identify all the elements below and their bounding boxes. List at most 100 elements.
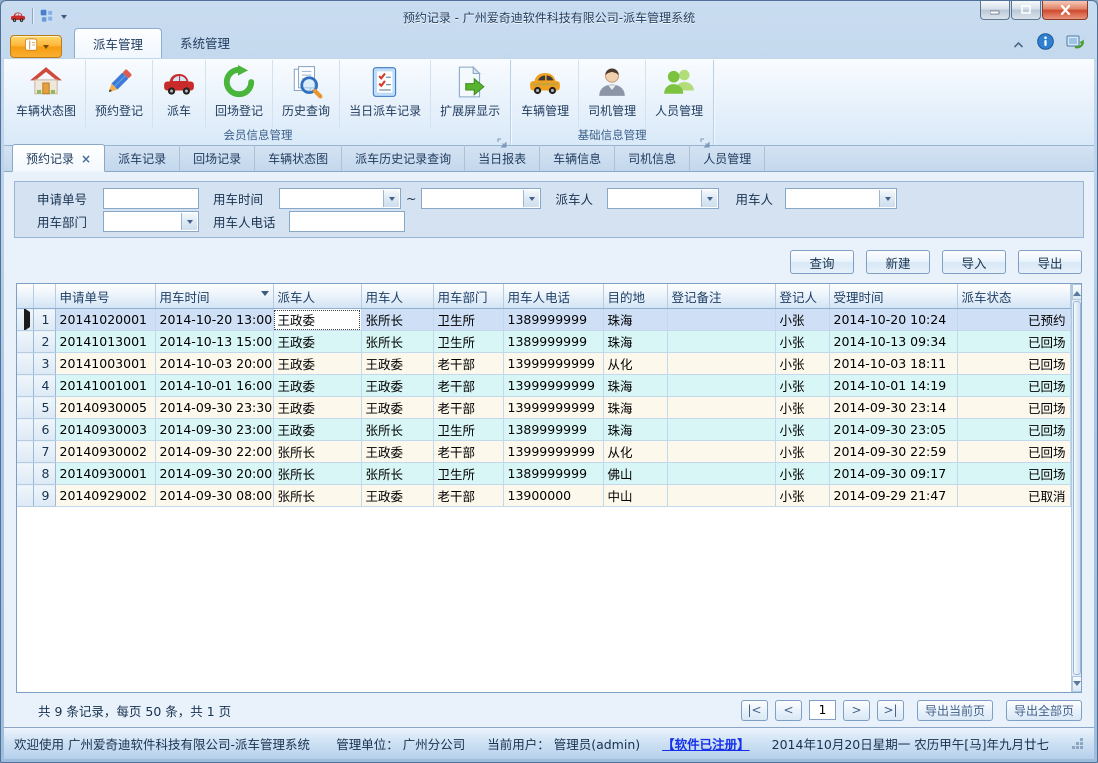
status-cell[interactable]: 已回场 [957,331,1070,353]
table-row[interactable]: 7201409300022014-09-30 22:00张所长王政委老干部139… [17,441,1070,463]
cell[interactable]: 小张 [775,331,829,353]
export-current-page-button[interactable]: 导出当前页 [917,700,993,721]
close-tab-icon[interactable]: × [81,154,91,164]
cell[interactable]: 2014-10-03 20:00 [155,353,273,375]
ribbon-button-vehicle-status-map[interactable]: 车辆状态图 [7,60,85,128]
cell[interactable]: 2014-10-03 18:11 [829,353,957,375]
cell[interactable]: 王政委 [361,397,433,419]
user-phone-input[interactable] [289,211,405,232]
doc-tab-reservation-records[interactable]: 预约记录× [12,144,105,172]
quick-access-dropdown-icon[interactable] [61,15,67,22]
cell[interactable]: 13999999999 [503,397,603,419]
row-selector-cell[interactable] [17,463,33,485]
cell[interactable]: 小张 [775,485,829,507]
use-time-to-combo[interactable] [421,188,541,209]
cell[interactable]: 20141003001 [55,353,155,375]
table-row[interactable]: 3201410030012014-10-03 20:00王政委王政委老干部139… [17,353,1070,375]
doc-tab-dispatch-history-query[interactable]: 派车历史记录查询 [342,145,465,171]
column-header[interactable]: 派车人 [273,284,361,309]
department-combo[interactable] [103,211,199,232]
cell[interactable]: 1389999999 [503,331,603,353]
status-cell[interactable]: 已回场 [957,375,1070,397]
cell[interactable]: 2014-10-13 15:00 [155,331,273,353]
doc-tab-return-records[interactable]: 回场记录 [180,145,255,171]
cell[interactable]: 2014-10-01 14:19 [829,375,957,397]
cell[interactable]: 王政委 [273,353,361,375]
ribbon-tab-system-management[interactable]: 系统管理 [162,28,248,58]
row-selector-cell[interactable] [17,397,33,419]
cell[interactable]: 老干部 [433,485,503,507]
cell[interactable]: 王政委 [361,485,433,507]
cell[interactable]: 王政委 [273,309,361,331]
cell[interactable] [667,397,775,419]
next-page-button[interactable]: > [843,700,870,721]
cell[interactable]: 13999999999 [503,375,603,397]
prev-page-button[interactable]: < [775,700,802,721]
ribbon-button-vehicle-management[interactable]: 车辆管理 [512,60,578,128]
ribbon-button-history-query[interactable]: 历史查询 [272,60,339,128]
dispatcher-combo[interactable] [607,188,719,209]
chevron-down-icon[interactable] [383,190,399,207]
chevron-down-icon[interactable] [701,190,717,207]
chevron-down-icon[interactable] [181,213,197,230]
maximize-button[interactable] [1011,1,1041,20]
cell[interactable]: 卫生所 [433,309,503,331]
table-row[interactable]: 1201410200012014-10-20 13:00王政委张所长卫生所138… [17,309,1070,331]
table-row[interactable]: 8201409300012014-09-30 20:00张所长张所长卫生所138… [17,463,1070,485]
cell[interactable]: 王政委 [361,353,433,375]
dialog-launcher-icon[interactable] [497,133,507,143]
cell[interactable]: 张所长 [361,419,433,441]
skin-style-icon[interactable] [1066,33,1084,54]
ribbon-button-return-register[interactable]: 回场登记 [205,60,272,128]
doc-tab-personnel-management[interactable]: 人员管理 [690,145,765,171]
export-all-pages-button[interactable]: 导出全部页 [1006,700,1082,721]
doc-tab-vehicle-info[interactable]: 车辆信息 [540,145,615,171]
cell[interactable]: 20140929002 [55,485,155,507]
cell[interactable]: 2014-09-30 22:59 [829,441,957,463]
cell[interactable]: 张所长 [273,485,361,507]
cell[interactable]: 20140930003 [55,419,155,441]
table-row[interactable]: 6201409300032014-09-30 23:00王政委张所长卫生所138… [17,419,1070,441]
new-button[interactable]: 新建 [866,250,930,274]
column-header[interactable]: 登记备注 [667,284,775,309]
first-page-button[interactable]: |< [741,700,768,721]
cell[interactable]: 卫生所 [433,419,503,441]
cell[interactable]: 卫生所 [433,463,503,485]
cell[interactable]: 张所长 [361,331,433,353]
last-page-button[interactable]: >| [877,700,904,721]
cell[interactable]: 1389999999 [503,463,603,485]
cell[interactable]: 张所长 [273,441,361,463]
row-selector-cell[interactable] [17,419,33,441]
collapse-ribbon-icon[interactable] [1012,34,1025,53]
status-cell[interactable]: 已回场 [957,397,1070,419]
column-header[interactable]: 用车部门 [433,284,503,309]
doc-tab-daily-report[interactable]: 当日报表 [465,145,540,171]
cell[interactable]: 老干部 [433,353,503,375]
ribbon-button-personnel-management[interactable]: 人员管理 [645,60,712,128]
use-time-from-combo[interactable] [279,188,401,209]
cell[interactable]: 王政委 [361,441,433,463]
cell[interactable] [667,485,775,507]
cell[interactable]: 小张 [775,463,829,485]
cell[interactable]: 王政委 [273,397,361,419]
table-row[interactable]: 4201410010012014-10-01 16:00王政委王政委老干部139… [17,375,1070,397]
cell[interactable] [667,463,775,485]
cell[interactable]: 2014-09-29 21:47 [829,485,957,507]
scrollbar-thumb[interactable] [1073,301,1081,675]
doc-tab-dispatch-records[interactable]: 派车记录 [105,145,180,171]
doc-tab-driver-info[interactable]: 司机信息 [615,145,690,171]
column-header[interactable]: 派车状态 [957,284,1070,309]
chevron-down-icon[interactable] [523,190,539,207]
cell[interactable]: 小张 [775,375,829,397]
cell[interactable]: 佛山 [603,463,667,485]
cell[interactable]: 王政委 [273,331,361,353]
row-selector-cell[interactable] [17,441,33,463]
cell[interactable]: 1389999999 [503,309,603,331]
cell[interactable]: 小张 [775,419,829,441]
cell[interactable]: 张所长 [361,309,433,331]
column-header[interactable]: 用车时间 [155,284,273,309]
page-input[interactable] [809,700,836,720]
cell[interactable]: 13999999999 [503,353,603,375]
cell[interactable]: 13999999999 [503,441,603,463]
cell[interactable] [667,375,775,397]
